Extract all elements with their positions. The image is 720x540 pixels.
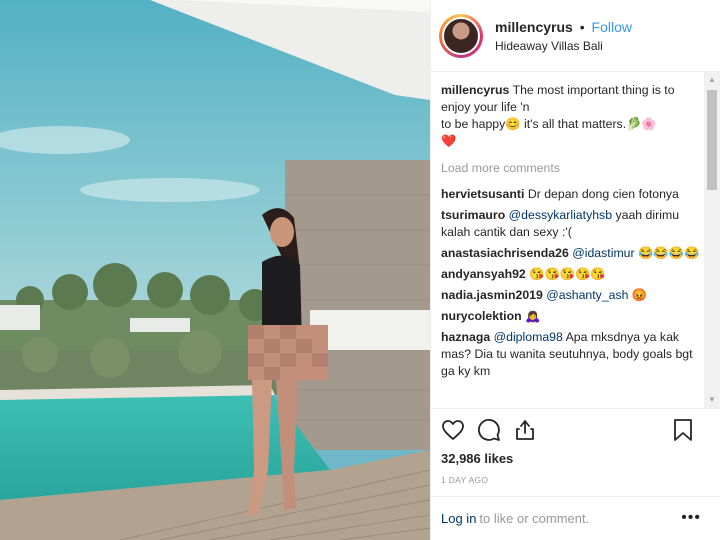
comment-text: 😂😂😂😂 <box>638 246 700 260</box>
header-separator: • <box>579 18 585 35</box>
action-bar <box>431 409 720 451</box>
post-username[interactable]: millencyrus <box>495 19 573 35</box>
scroll-down-arrow-icon[interactable]: ▼ <box>704 392 720 408</box>
heart-icon[interactable] <box>439 416 467 444</box>
comment-item: haznaga @diploma98 Apa mksdnya ya kak ma… <box>441 329 705 380</box>
post-date[interactable]: 1 DAY AGO <box>431 475 720 485</box>
login-bar: Log in to like or comment. ••• <box>431 496 720 540</box>
comment-item: andyansyah92 😘😘😘😘😘 <box>441 266 705 283</box>
post-photo[interactable] <box>0 0 430 540</box>
scroll-up-arrow-icon[interactable]: ▲ <box>704 72 720 88</box>
follow-button[interactable]: Follow <box>592 19 632 35</box>
comment-mention[interactable]: @diploma98 <box>494 330 563 344</box>
login-text: to like or comment. <box>479 511 590 526</box>
post-details-panel: millencyrus • Follow Hideaway Villas Bal… <box>430 0 720 540</box>
comment-mention[interactable]: @dessykarliatyhsb <box>509 208 612 222</box>
header-line: millencyrus • Follow <box>495 18 632 36</box>
load-more-comments-button[interactable]: Load more comments <box>441 160 705 177</box>
comment-text: 🙇‍♀️ <box>525 309 541 323</box>
post-location[interactable]: Hideaway Villas Bali <box>495 38 632 54</box>
comment-text: Dr depan dong cien fotonya <box>527 187 679 201</box>
comment-item: nurycolektion 🙇‍♀️ <box>441 308 705 325</box>
caption-line-2: to be happy😊 it's all that matters.🥬🌸 <box>441 117 657 131</box>
comment-username[interactable]: hervietsusanti <box>441 187 524 201</box>
comment-bubble-icon[interactable] <box>475 416 503 444</box>
comment-text: 😡 <box>631 288 648 302</box>
comment-item: anastasiachrisenda26 @idastimur 😂😂😂😂 <box>441 245 705 262</box>
caption-line-3: ❤️ <box>441 134 457 148</box>
comment-item: nadia.jasmin2019 @ashanty_ash 😡 <box>441 287 705 304</box>
avatar-image <box>442 16 480 55</box>
comment-username[interactable]: nurycolektion <box>441 309 522 323</box>
comment-mention[interactable]: @idastimur <box>572 246 634 260</box>
photo-illustration <box>0 0 430 540</box>
bookmark-icon[interactable] <box>669 416 697 444</box>
post-actions-area: 32,986 likes 1 DAY AGO <box>431 408 720 485</box>
comment-item: hervietsusanti Dr depan dong cien fotony… <box>441 186 705 203</box>
post-caption: millencyrus The most important thing is … <box>441 82 705 150</box>
comment-username[interactable]: haznaga <box>441 330 490 344</box>
comment-username[interactable]: tsurimauro <box>441 208 505 222</box>
comment-mention[interactable]: @ashanty_ash <box>546 288 628 302</box>
likes-count[interactable]: 32,986 likes <box>431 451 720 467</box>
comment-username[interactable]: andyansyah92 <box>441 267 526 281</box>
post-header: millencyrus • Follow Hideaway Villas Bal… <box>431 0 720 72</box>
comment-username[interactable]: nadia.jasmin2019 <box>441 288 543 302</box>
login-link[interactable]: Log in <box>441 511 476 526</box>
comment-text: 😘😘😘😘😘 <box>529 267 606 281</box>
comments-scrollbar[interactable]: ▲ ▼ <box>704 72 720 408</box>
avatar[interactable] <box>439 13 483 58</box>
more-options-icon[interactable]: ••• <box>681 509 701 527</box>
comment-username[interactable]: anastasiachrisenda26 <box>441 246 569 260</box>
comments-list[interactable]: millencyrus The most important thing is … <box>431 72 705 408</box>
comment-item: tsurimauro @dessykarliatyhsb yaah dirimu… <box>441 207 705 241</box>
share-icon[interactable] <box>511 416 539 444</box>
header-text: millencyrus • Follow Hideaway Villas Bal… <box>495 18 632 54</box>
caption-username[interactable]: millencyrus <box>441 83 509 97</box>
scrollbar-thumb[interactable] <box>707 90 717 190</box>
